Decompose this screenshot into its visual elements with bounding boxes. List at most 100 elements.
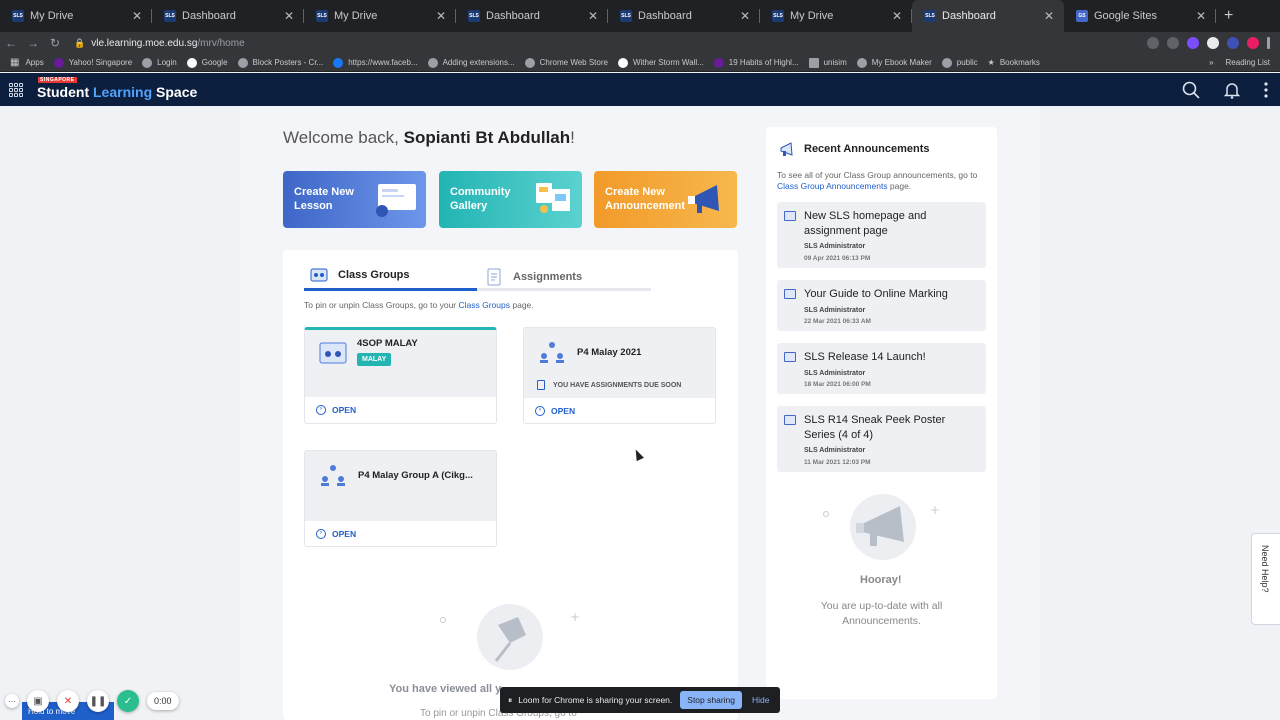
bookmark-label: Bookmarks	[999, 58, 1040, 67]
announcement-item[interactable]: Your Guide to Online Marking SLS Adminis…	[777, 280, 986, 331]
hide-button[interactable]: Hide	[752, 695, 769, 705]
search-icon[interactable]	[1182, 81, 1200, 99]
reload-icon[interactable]: ↻	[44, 36, 66, 50]
recorder-controls: ⋯ ▣ ✕ ❚❚ ✓ 0:00	[5, 689, 179, 713]
note-text: page.	[510, 300, 534, 310]
browser-tab-active[interactable]: SLS Dashboard ✕	[912, 0, 1064, 32]
forward-arrow-icon[interactable]: →	[22, 36, 44, 50]
announcements-heading: Recent Announcements	[778, 140, 930, 158]
announcements-note: To see all of your Class Group announcem…	[777, 170, 982, 192]
globe-icon	[142, 57, 153, 68]
bookmark-item[interactable]: ★ Bookmarks	[988, 58, 1040, 67]
menu-dots-icon[interactable]	[1267, 37, 1270, 49]
class-group-card[interactable]: 4SOP MALAY MALAY › OPEN	[304, 327, 497, 424]
yahoo-icon	[53, 57, 64, 68]
class-group-card[interactable]: P4 Malay Group A (Cikg... › OPEN	[304, 450, 497, 547]
bookmark-item[interactable]: public	[941, 57, 978, 68]
bookmark-item[interactable]: Login	[142, 57, 177, 68]
class-group-name: P4 Malay Group A (Cikg...	[358, 470, 473, 481]
more-vertical-icon[interactable]	[1264, 81, 1268, 98]
more-dots-icon[interactable]: ⋯	[5, 694, 19, 708]
class-group-icon	[319, 342, 347, 364]
bell-icon[interactable]	[1224, 81, 1240, 99]
close-tab-icon[interactable]: ✕	[130, 9, 144, 23]
open-button[interactable]: › OPEN	[305, 397, 496, 423]
close-tab-icon[interactable]: ✕	[738, 9, 752, 23]
mic-icon[interactable]	[1147, 37, 1159, 49]
browser-tab[interactable]: SLS Dashboard ✕	[152, 0, 304, 32]
bookmark-item[interactable]: Block Posters - Cr...	[237, 57, 323, 68]
bookmark-item[interactable]: Chrome Web Store	[524, 57, 608, 68]
browser-tab[interactable]: SLS My Drive ✕	[304, 0, 456, 32]
browser-tab[interactable]: SLS My Drive ✕	[0, 0, 152, 32]
whiteboard-icon	[376, 184, 416, 217]
open-button[interactable]: › OPEN	[305, 521, 496, 546]
open-label: OPEN	[332, 405, 357, 415]
announcement-item[interactable]: SLS Release 14 Launch! SLS Administrator…	[777, 343, 986, 394]
announcement-date: 22 Mar 2021 06:33 AM	[804, 318, 871, 325]
announcement-title: SLS R14 Sneak Peek Poster Series (4 of 4…	[804, 414, 946, 441]
cancel-recording-icon[interactable]: ✕	[57, 690, 79, 712]
close-tab-icon[interactable]: ✕	[1194, 9, 1208, 23]
pause-recording-icon[interactable]: ❚❚	[87, 690, 109, 712]
class-group-announcements-link[interactable]: Class Group Announcements	[777, 181, 888, 191]
help-label: Need Help?	[1260, 545, 1270, 593]
star-icon[interactable]	[1167, 37, 1179, 49]
tab-assignments[interactable]: Assignments	[485, 262, 582, 291]
globe-icon	[237, 57, 248, 68]
class-groups-icon	[310, 268, 328, 282]
assignment-icon	[487, 268, 501, 285]
open-button[interactable]: › OPEN	[524, 398, 715, 423]
camera-toggle-icon[interactable]: ▣	[27, 690, 49, 712]
profile-avatar[interactable]	[1247, 37, 1259, 49]
create-new-lesson-card[interactable]: Create New Lesson	[283, 171, 426, 228]
close-tab-icon[interactable]: ✕	[282, 9, 296, 23]
announcement-item[interactable]: SLS R14 Sneak Peek Poster Series (4 of 4…	[777, 406, 986, 472]
close-tab-icon[interactable]: ✕	[586, 9, 600, 23]
close-tab-icon[interactable]: ✕	[890, 9, 904, 23]
close-tab-icon[interactable]: ✕	[1042, 9, 1056, 23]
need-help-button[interactable]: Need Help?	[1251, 533, 1280, 625]
bookmark-label: unisim	[823, 58, 847, 67]
create-new-announcement-card[interactable]: Create New Announcement	[594, 171, 737, 228]
extension-icon[interactable]	[1187, 37, 1199, 49]
bookmark-item[interactable]: Google	[186, 57, 228, 68]
stop-sharing-button[interactable]: Stop sharing	[680, 691, 743, 709]
tab-title: My Drive	[334, 10, 378, 22]
browser-tab[interactable]: GS Google Sites ✕	[1064, 0, 1216, 32]
close-tab-icon[interactable]: ✕	[434, 9, 448, 23]
back-arrow-icon[interactable]: ←	[0, 36, 22, 50]
extension-icon[interactable]	[1227, 37, 1239, 49]
bookmark-item[interactable]: https://www.faceb...	[333, 57, 418, 68]
url-field[interactable]: 🔒 vle.learning.moe.edu.sg/mrv/home	[74, 33, 1147, 53]
sls-favicon-icon: SLS	[468, 10, 480, 22]
announcements-title: Recent Announcements	[804, 143, 930, 155]
class-groups-link[interactable]: Class Groups	[459, 300, 511, 310]
apps-menu-icon[interactable]	[9, 82, 23, 97]
new-tab-icon[interactable]: +	[1224, 7, 1233, 25]
bookmark-item[interactable]: unisim	[808, 57, 847, 68]
bookmark-item[interactable]: Apps	[25, 58, 43, 67]
apps-grid-icon[interactable]: ▦	[10, 57, 19, 68]
browser-tab[interactable]: SLS Dashboard ✕	[456, 0, 608, 32]
class-group-card[interactable]: P4 Malay 2021 YOU HAVE ASSIGNMENTS DUE S…	[523, 327, 716, 424]
puzzle-icon[interactable]	[1207, 37, 1219, 49]
bookmark-item[interactable]: Wither Storm Wall...	[617, 57, 704, 68]
google-sites-favicon-icon: GS	[1076, 10, 1088, 22]
community-gallery-card[interactable]: Community Gallery	[439, 171, 582, 228]
browser-tab[interactable]: SLS Dashboard ✕	[608, 0, 760, 32]
reading-list-button[interactable]: Reading List	[1226, 58, 1270, 67]
finish-recording-icon[interactable]: ✓	[117, 690, 139, 712]
announcement-item[interactable]: New SLS homepage and assignment page SLS…	[777, 202, 986, 268]
more-bookmarks-icon[interactable]: »	[1209, 58, 1213, 67]
browser-tab[interactable]: SLS My Drive ✕	[760, 0, 912, 32]
announcement-author: SLS Administrator	[804, 370, 866, 377]
sls-logo[interactable]: SINGAPORE Student Learning Space	[37, 76, 197, 99]
tab-class-groups[interactable]: Class Groups	[304, 262, 477, 291]
bookmark-item[interactable]: Adding extensions...	[427, 57, 515, 68]
bookmark-item[interactable]: 19 Habits of Highl...	[713, 57, 799, 68]
url-path: /mrv/home	[197, 37, 245, 49]
bookmark-item[interactable]: My Ebook Maker	[856, 57, 932, 68]
tab-title: Google Sites	[1094, 10, 1157, 22]
bookmark-item[interactable]: Yahoo! Singapore	[53, 57, 132, 68]
